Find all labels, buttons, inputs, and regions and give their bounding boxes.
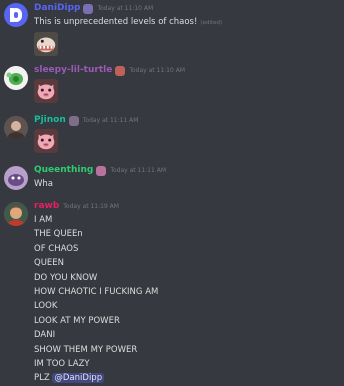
- role-badge-icon: [115, 65, 126, 76]
- message-line: Wha: [34, 179, 54, 189]
- message-timestamp: Today at 11:11 AM: [110, 167, 167, 174]
- avatar-queenthing[interactable]: [4, 166, 28, 190]
- message-text: This is unprecedented levels of chaos! (e…: [34, 15, 340, 30]
- edited-label: (edited): [200, 20, 223, 26]
- message-timestamp: Today at 11:11 AM: [82, 117, 139, 124]
- pig-face-emoji-icon: [34, 79, 58, 103]
- role-badge-icon: [83, 3, 94, 14]
- message-queenthing: Queenthing Today at 11:11 AM Wha: [0, 164, 344, 194]
- message-line: HOW CHAOTIC I FUCKING AM: [34, 287, 159, 298]
- message-line: LOOK: [34, 301, 58, 312]
- author-name-rawb[interactable]: rawb: [34, 200, 59, 213]
- role-badge-icon: [68, 115, 79, 126]
- role-badge-icon: [96, 165, 107, 176]
- author-name-queenthing[interactable]: Queenthing: [34, 164, 93, 177]
- pig-face-emoji-icon: [34, 129, 58, 153]
- message-line: OF CHAOS: [34, 243, 79, 254]
- user-mention[interactable]: @DaniDipp: [52, 373, 105, 384]
- author-name-danidipp[interactable]: DaniDipp: [34, 2, 80, 15]
- message-line: This is unprecedented levels of chaos!: [34, 17, 198, 27]
- message-line: LOOK AT MY POWER: [34, 315, 120, 326]
- avatar-danidipp[interactable]: [4, 3, 28, 27]
- message-text: PLZ: [34, 373, 50, 384]
- avatar-rawb[interactable]: [4, 202, 28, 226]
- chat-message-list: DaniDipp Today at 11:10 AM This is unpre…: [0, 0, 344, 384]
- message-line: I AM: [34, 215, 53, 225]
- message-danidipp: DaniDipp Today at 11:10 AM This is unpre…: [0, 2, 344, 60]
- message-timestamp: Today at 11:19 AM: [63, 203, 119, 210]
- author-name-sleepy-lil-turtle[interactable]: sleepy-lil-turtle: [34, 64, 112, 77]
- message-line: QUEEN: [34, 258, 65, 269]
- message-line: THE QUEEn: [34, 229, 83, 240]
- message-line: DO YOU KNOW: [34, 272, 98, 283]
- person-avatar-icon: [4, 116, 28, 140]
- message-timestamp: Today at 11:10 AM: [129, 67, 186, 74]
- message-line: DANI: [34, 330, 56, 341]
- creature-avatar-icon: [4, 166, 28, 190]
- character-avatar-icon: [4, 202, 28, 226]
- message-rawb: rawb Today at 11:19 AM I AM THE QUEEn OF…: [0, 200, 344, 384]
- turtle-avatar-icon: [4, 66, 28, 90]
- message-timestamp: Today at 11:10 AM: [97, 5, 154, 12]
- message-pjinon: Pjinon Today at 11:11 AM: [0, 114, 344, 160]
- avatar-pjinon[interactable]: [4, 116, 28, 140]
- author-name-pjinon[interactable]: Pjinon: [34, 114, 66, 127]
- d-logo-icon: [10, 8, 22, 22]
- message-line: SHOW THEM MY POWER: [34, 344, 138, 355]
- message-sleepy-lil-turtle: sleepy-lil-turtle Today at 11:10 AM: [0, 64, 344, 110]
- message-line: IM TOO LAZY: [34, 359, 90, 370]
- avatar-sleepy-lil-turtle[interactable]: [4, 66, 28, 90]
- dino-emoji-icon: [34, 32, 58, 57]
